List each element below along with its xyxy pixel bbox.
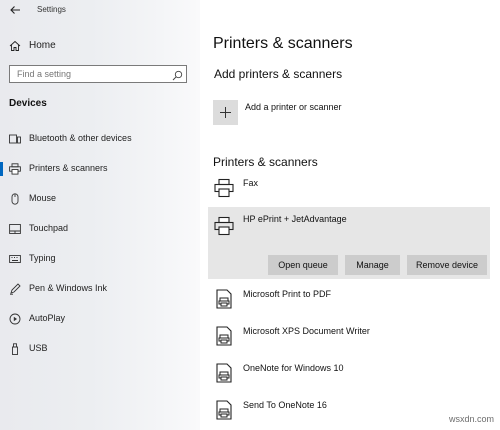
sidebar-item-pen[interactable]: Pen & Windows Ink xyxy=(0,278,200,300)
pen-icon xyxy=(9,282,21,295)
app-title: Settings xyxy=(37,5,66,14)
device-name: HP ePrint + JetAdvantage xyxy=(243,214,347,224)
search-icon[interactable] xyxy=(172,68,183,81)
search-box[interactable] xyxy=(9,65,187,83)
document-printer-icon xyxy=(214,400,234,420)
main-content: Printers & scanners Add printers & scann… xyxy=(200,0,500,430)
document-printer-icon xyxy=(214,289,234,309)
device-item-xps-writer[interactable]: Microsoft XPS Document Writer xyxy=(208,321,490,351)
printer-icon xyxy=(214,216,234,236)
home-icon xyxy=(9,39,21,51)
sidebar-item-label: Typing xyxy=(29,253,56,263)
plus-icon xyxy=(220,107,231,118)
device-item-hp-eprint[interactable]: HP ePrint + JetAdvantage Open queue Mana… xyxy=(208,207,490,279)
sidebar-item-bluetooth[interactable]: Bluetooth & other devices xyxy=(0,128,200,150)
device-name: Microsoft XPS Document Writer xyxy=(243,326,370,336)
bluetooth-devices-icon xyxy=(9,132,21,144)
printer-icon xyxy=(9,162,21,175)
sidebar-item-label: Mouse xyxy=(29,193,57,203)
section-label-devices: Devices xyxy=(9,98,47,109)
device-name: Microsoft Print to PDF xyxy=(243,289,332,299)
device-name: Send To OneNote 16 xyxy=(243,400,327,410)
sidebar-item-autoplay[interactable]: AutoPlay xyxy=(0,308,200,330)
keyboard-icon xyxy=(9,252,21,264)
sidebar: Settings Home Devices Bluetooth & other … xyxy=(0,0,200,430)
sidebar-item-label: AutoPlay xyxy=(29,313,66,323)
add-printer-label[interactable]: Add a printer or scanner xyxy=(245,102,342,112)
sidebar-item-label: Touchpad xyxy=(29,223,69,233)
sidebar-item-label: Pen & Windows Ink xyxy=(29,283,108,293)
search-input[interactable] xyxy=(10,66,175,82)
sidebar-item-touchpad[interactable]: Touchpad xyxy=(0,218,200,240)
device-name: OneNote for Windows 10 xyxy=(243,363,344,373)
back-arrow-icon[interactable] xyxy=(8,3,22,17)
sidebar-item-label: Bluetooth & other devices xyxy=(29,133,132,143)
printers-list-heading: Printers & scanners xyxy=(213,155,318,169)
printer-icon xyxy=(214,178,234,198)
device-item-print-to-pdf[interactable]: Microsoft Print to PDF xyxy=(208,284,490,314)
home-nav-item[interactable]: Home xyxy=(0,35,200,55)
home-label: Home xyxy=(29,40,56,51)
sidebar-item-typing[interactable]: Typing xyxy=(0,248,200,270)
manage-button[interactable]: Manage xyxy=(345,255,400,275)
sidebar-item-label: USB xyxy=(29,343,48,353)
sidebar-item-printers[interactable]: Printers & scanners xyxy=(0,158,200,180)
title-bar: Settings xyxy=(0,0,200,22)
add-device-button[interactable] xyxy=(213,100,238,125)
usb-icon xyxy=(9,342,21,355)
watermark: wsxdn.com xyxy=(448,414,494,424)
device-item-send-to-onenote[interactable]: Send To OneNote 16 xyxy=(208,396,490,426)
document-printer-icon xyxy=(214,326,234,346)
page-title: Printers & scanners xyxy=(213,35,353,52)
device-item-fax[interactable]: Fax xyxy=(208,175,490,205)
mouse-icon xyxy=(9,192,21,205)
document-printer-icon xyxy=(214,363,234,383)
sidebar-item-usb[interactable]: USB xyxy=(0,338,200,360)
touchpad-icon xyxy=(9,222,21,234)
sidebar-item-label: Printers & scanners xyxy=(29,163,108,173)
autoplay-icon xyxy=(9,312,21,325)
sidebar-item-mouse[interactable]: Mouse xyxy=(0,188,200,210)
open-queue-button[interactable]: Open queue xyxy=(268,255,338,275)
add-printers-heading: Add printers & scanners xyxy=(214,67,343,81)
device-item-onenote-win10[interactable]: OneNote for Windows 10 xyxy=(208,358,490,388)
remove-device-button[interactable]: Remove device xyxy=(407,255,487,275)
device-name: Fax xyxy=(243,178,259,188)
